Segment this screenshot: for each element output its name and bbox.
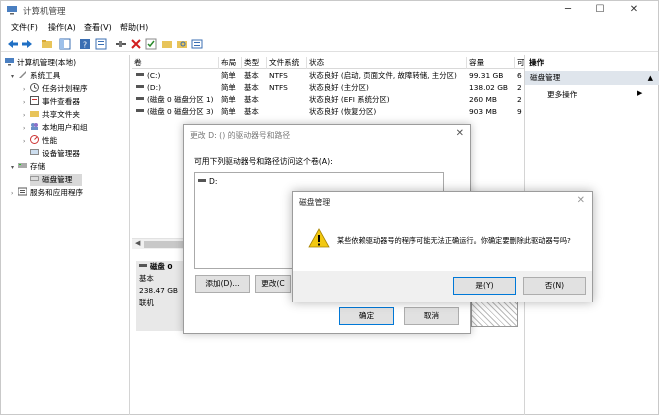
- tools-icon: [19, 71, 26, 78]
- clock-icon: [30, 83, 39, 92]
- add-button[interactable]: 添加(D)...: [195, 275, 250, 293]
- more-actions-item[interactable]: 更多操作: [547, 89, 577, 100]
- svg-text:?: ?: [83, 41, 87, 50]
- title-bar: 计算机管理 ─ ☐ ✕: [1, 1, 658, 19]
- tree-item-services-apps[interactable]: › 服务和应用程序: [11, 187, 83, 199]
- table-row[interactable]: (磁盘 0 磁盘分区 1) 简单 基本 状态良好 (EFI 系统分区) 260 …: [132, 95, 524, 105]
- scroll-left-arrow-icon[interactable]: ◀: [135, 239, 140, 247]
- connect-icon[interactable]: [115, 38, 127, 50]
- submenu-arrow-icon[interactable]: ▶: [637, 89, 642, 97]
- device-manager-icon: [30, 149, 39, 155]
- menu-action[interactable]: 操作(A): [48, 22, 76, 33]
- check-icon[interactable]: [145, 38, 157, 50]
- expand-arrow-icon[interactable]: ›: [11, 190, 18, 197]
- tree-item-event-viewer[interactable]: › 事件查看器: [23, 96, 80, 108]
- disk-management-icon: [30, 176, 39, 181]
- warning-icon: [308, 228, 330, 248]
- shared-folder-icon: [30, 111, 39, 117]
- column-capacity[interactable]: 容量: [467, 57, 515, 69]
- column-filesystem[interactable]: 文件系统: [267, 57, 307, 69]
- dialog-title: 磁盘管理: [299, 198, 331, 207]
- minimize-button[interactable]: ─: [555, 1, 581, 19]
- collapse-arrow-icon[interactable]: ▾: [11, 164, 18, 171]
- tree-item-disk-management[interactable]: 磁盘管理: [30, 174, 82, 186]
- expand-arrow-icon[interactable]: ›: [23, 86, 30, 93]
- confirm-dialog: 磁盘管理 ✕ 某些依赖驱动器号的程序可能无法正确运行。你确定要删除此驱动器号吗?…: [292, 191, 593, 302]
- tree-item-device-manager[interactable]: 设备管理器: [30, 148, 80, 160]
- dialog-footer: 是(Y) 否(N): [293, 271, 592, 302]
- close-icon[interactable]: ✕: [456, 128, 464, 139]
- view-list-icon[interactable]: [191, 38, 203, 50]
- yes-button[interactable]: 是(Y): [453, 277, 516, 295]
- table-row[interactable]: (磁盘 0 磁盘分区 3) 简单 基本 状态良好 (恢复分区) 903 MB 9: [132, 107, 524, 117]
- menu-view[interactable]: 查看(V): [84, 22, 112, 33]
- computer-icon: [5, 58, 14, 66]
- disk-icon: [139, 264, 147, 267]
- services-icon: [18, 187, 27, 196]
- column-layout[interactable]: 布局: [219, 57, 242, 69]
- expand-arrow-icon[interactable]: ›: [23, 138, 30, 145]
- volume-icon: [136, 109, 144, 112]
- expand-arrow-icon[interactable]: ›: [23, 112, 30, 119]
- column-type[interactable]: 类型: [242, 57, 267, 69]
- column-volume[interactable]: 卷: [132, 57, 219, 69]
- menu-file[interactable]: 文件(F): [11, 22, 38, 33]
- collapse-arrow-icon[interactable]: ▾: [11, 73, 18, 80]
- back-arrow-icon[interactable]: [7, 38, 19, 50]
- menu-help[interactable]: 帮助(H): [120, 22, 148, 33]
- help-icon[interactable]: ?: [79, 38, 91, 50]
- tree-item-performance[interactable]: › 性能: [23, 135, 57, 147]
- no-button[interactable]: 否(N): [523, 277, 586, 295]
- tree-item-root[interactable]: 计算机管理(本地): [5, 57, 76, 69]
- tree-item-local-users[interactable]: › 本地用户和组: [23, 122, 88, 134]
- forward-arrow-icon[interactable]: [21, 38, 33, 50]
- menu-bar: 文件(F) 操作(A) 查看(V) 帮助(H): [1, 20, 658, 35]
- volume-icon: [136, 85, 144, 88]
- dialog-prompt: 可用下列驱动器号和路径访问这个卷(A):: [194, 157, 333, 166]
- volume-icon: [136, 97, 144, 100]
- confirm-message: 某些依赖驱动器号的程序可能无法正确运行。你确定要删除此驱动器号吗?: [337, 236, 571, 245]
- column-free[interactable]: 可: [515, 57, 525, 69]
- search-folder-icon[interactable]: [176, 38, 188, 50]
- computer-management-window: 计算机管理 ─ ☐ ✕ 文件(F) 操作(A) 查看(V) 帮助(H) ? 计算…: [0, 0, 659, 415]
- actions-header: 操作: [529, 58, 545, 67]
- delete-icon[interactable]: [130, 38, 142, 50]
- up-folder-icon[interactable]: [41, 38, 53, 50]
- drive-icon: [198, 179, 206, 182]
- table-row[interactable]: (C:) 简单 基本 NTFS 状态良好 (启动, 页面文件, 故障转储, 主分…: [132, 71, 524, 81]
- change-button[interactable]: 更改(C: [255, 275, 291, 293]
- navigation-tree: 计算机管理(本地) ▾ 系统工具 › 任务计划程序 › 事件查看器 › 共享文件夹 › 本…: [1, 55, 130, 415]
- computer-management-icon: [7, 6, 17, 15]
- users-icon: [31, 123, 38, 130]
- event-viewer-icon: [30, 96, 39, 105]
- performance-icon: [30, 135, 39, 144]
- open-folder-icon[interactable]: [161, 38, 173, 50]
- column-status[interactable]: 状态: [307, 57, 467, 69]
- collapse-triangle-icon[interactable]: ▲: [648, 71, 653, 85]
- close-button[interactable]: ✕: [621, 1, 647, 19]
- close-icon[interactable]: ✕: [577, 195, 585, 206]
- volume-list-header: 卷 布局 类型 文件系统 状态 容量 可: [132, 57, 525, 69]
- expand-arrow-icon[interactable]: ›: [23, 99, 30, 106]
- properties-icon[interactable]: [95, 38, 107, 50]
- volume-icon: [136, 73, 144, 76]
- list-item[interactable]: D:: [198, 177, 217, 186]
- window-title: 计算机管理: [23, 7, 66, 17]
- storage-icon: [18, 163, 27, 168]
- actions-section-disk-management[interactable]: 磁盘管理 ▲: [525, 71, 659, 85]
- ok-button[interactable]: 确定: [339, 307, 394, 325]
- show-hide-tree-icon[interactable]: [59, 38, 71, 50]
- toolbar: ?: [1, 36, 658, 52]
- table-row[interactable]: (D:) 简单 基本 NTFS 状态良好 (主分区) 138.02 GB 2: [132, 83, 524, 93]
- cancel-button[interactable]: 取消: [404, 307, 459, 325]
- tree-item-task-scheduler[interactable]: › 任务计划程序: [23, 83, 88, 95]
- expand-arrow-icon[interactable]: ›: [23, 125, 30, 132]
- maximize-button[interactable]: ☐: [587, 1, 613, 19]
- tree-item-shared-folders[interactable]: › 共享文件夹: [23, 109, 80, 121]
- tree-item-storage[interactable]: ▾ 存储: [11, 161, 45, 173]
- dialog-title: 更改 D: () 的驱动器号和路径: [190, 131, 291, 140]
- tree-item-system-tools[interactable]: ▾ 系统工具: [11, 70, 60, 82]
